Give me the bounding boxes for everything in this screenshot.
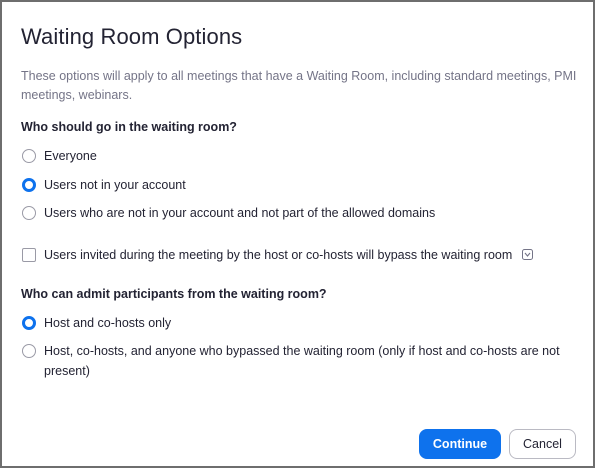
info-icon[interactable]	[521, 249, 533, 261]
dialog-title: Waiting Room Options	[21, 24, 243, 49]
radio-label: Users who are not in your account and no…	[44, 206, 436, 220]
who-admits-label: Who can admit participants from the wait…	[21, 287, 327, 301]
bypass-checkbox-option[interactable]: Users invited during the meeting by the …	[22, 245, 533, 265]
bypass-checkbox[interactable]	[22, 248, 36, 262]
bypass-label: Users invited during the meeting by the …	[44, 245, 533, 265]
waiting-room-options-dialog: Waiting Room Options These options will …	[0, 0, 595, 468]
who-goes-label: Who should go in the waiting room?	[21, 120, 237, 134]
radio-option-everyone[interactable]: Everyone	[22, 146, 97, 166]
continue-button[interactable]: Continue	[419, 429, 501, 459]
radio-button[interactable]	[22, 149, 36, 163]
radio-label: Host, co-hosts, and anyone who bypassed …	[44, 344, 560, 378]
radio-option-users-not-in-account[interactable]: Users not in your account	[22, 175, 186, 195]
radio-label: Everyone	[44, 149, 97, 163]
bypass-label-text: Users invited during the meeting by the …	[44, 248, 513, 262]
dialog-description: These options will apply to all meetings…	[21, 69, 577, 102]
radio-label: Host and co-hosts only	[44, 316, 172, 330]
radio-label: Users not in your account	[44, 178, 186, 192]
radio-option-host-cohosts-only[interactable]: Host and co-hosts only	[22, 313, 171, 333]
radio-button-selected[interactable]	[22, 316, 36, 330]
radio-button[interactable]	[22, 344, 36, 358]
radio-option-not-allowed-domains[interactable]: Users who are not in your account and no…	[22, 203, 435, 223]
radio-option-host-cohosts-bypassed[interactable]: Host, co-hosts, and anyone who bypassed …	[22, 341, 567, 381]
radio-button[interactable]	[22, 206, 36, 220]
cancel-button[interactable]: Cancel	[509, 429, 576, 459]
radio-button-selected[interactable]	[22, 178, 36, 192]
